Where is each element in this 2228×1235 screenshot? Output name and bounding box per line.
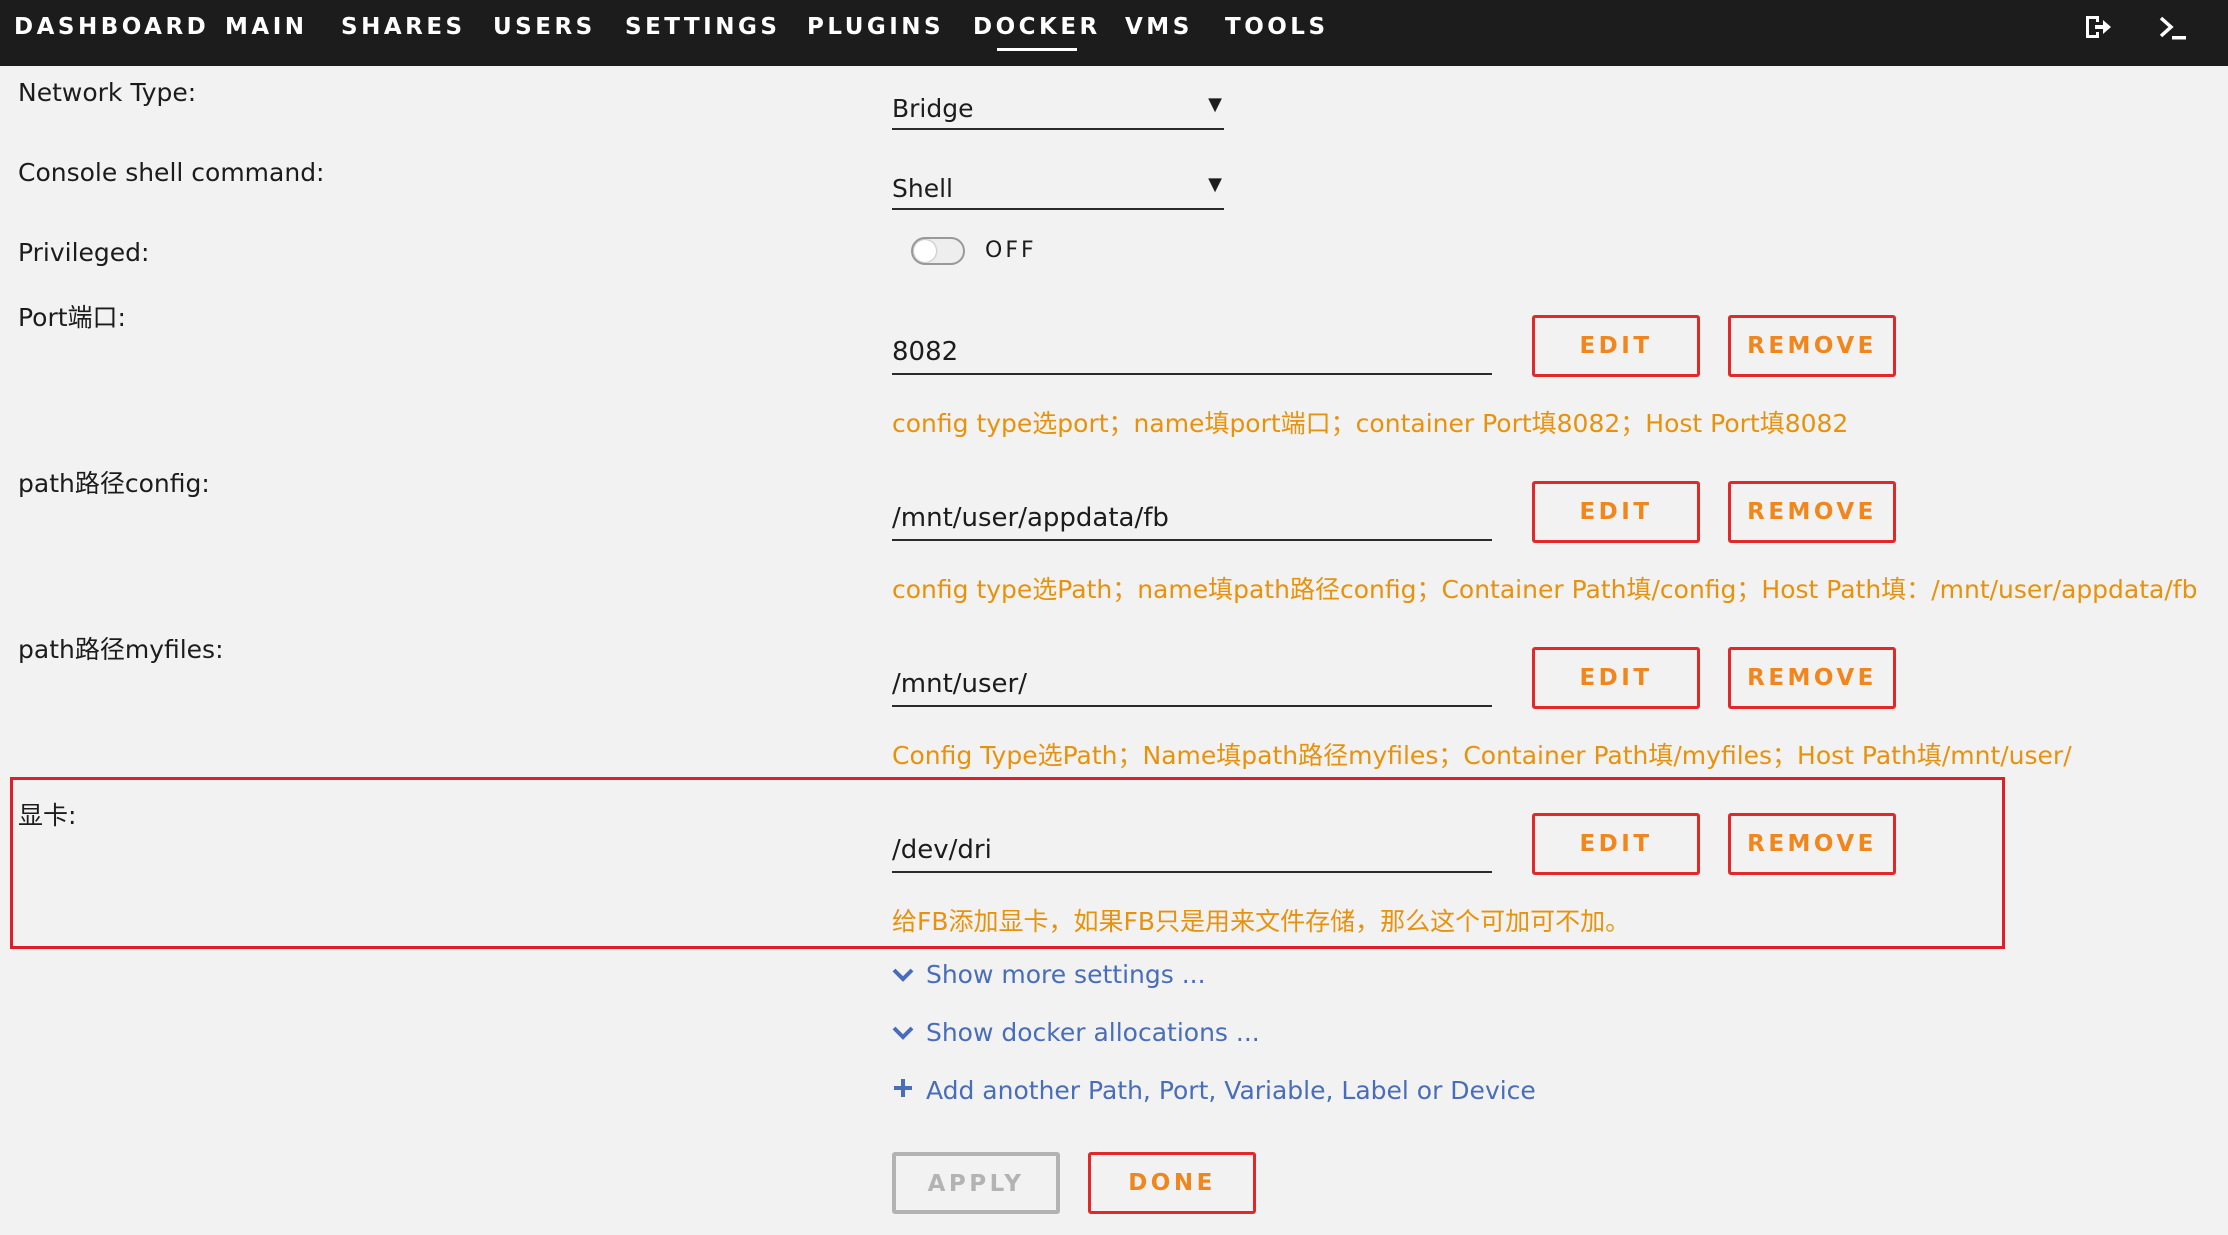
apply-button[interactable]: APPLY [892,1152,1060,1214]
gpu-value: /dev/dri [892,835,992,865]
logout-icon[interactable] [2083,12,2113,46]
dropdown-arrow-icon: ▼ [1208,94,1222,115]
show-docker-allocations-text: Show docker allocations ... [925,1018,1260,1047]
path-myfiles-value: /mnt/user/ [892,669,1027,699]
show-more-settings-text: Show more settings ... [925,960,1206,989]
nav-main[interactable]: MAIN [225,14,308,40]
chevron-down-icon [892,960,918,989]
nav-dashboard[interactable]: DASHBOARD [14,14,209,40]
path-myfiles-edit-button[interactable]: EDIT [1532,647,1700,709]
network-type-select[interactable]: Bridge ▼ [892,88,1224,130]
path-config-edit-button[interactable]: EDIT [1532,481,1700,543]
network-type-value: Bridge [892,94,974,123]
nav-users[interactable]: USERS [493,14,596,40]
chevron-down-icon [892,1018,918,1047]
path-config-value: /mnt/user/appdata/fb [892,503,1169,533]
path-myfiles-hint: Config Type选Path；Name填path路径myfiles；Cont… [892,741,2072,770]
path-config-hint: config type选Path；name填path路径config；Conta… [892,575,2198,604]
network-type-label: Network Type: [18,78,197,107]
nav-settings[interactable]: SETTINGS [625,14,780,40]
add-another-text: Add another Path, Port, Variable, Label … [925,1076,1536,1105]
path-config-remove-button[interactable]: REMOVE [1728,481,1896,543]
console-shell-select[interactable]: Shell ▼ [892,168,1224,210]
gpu-hint: 给FB添加显卡，如果FB只是用来文件存储，那么这个可加可不加。 [892,907,1631,936]
path-config-label: path路径config: [18,469,210,498]
path-myfiles-field: /mnt/user/ [892,663,1492,707]
nav-shares[interactable]: SHARES [341,14,466,40]
gpu-label: 显卡: [18,801,77,830]
gpu-edit-button[interactable]: EDIT [1532,813,1700,875]
port-hint: config type选port；name填port端口；container P… [892,409,1849,438]
terminal-icon[interactable] [2158,14,2188,48]
add-another-link[interactable]: Add another Path, Port, Variable, Label … [892,1076,1536,1105]
gpu-field: /dev/dri [892,829,1492,873]
port-value-field: 8082 [892,331,1492,375]
nav-docker[interactable]: DOCKER [973,14,1101,51]
console-shell-value: Shell [892,174,953,203]
port-value: 8082 [892,337,959,367]
plus-icon [892,1076,918,1105]
console-shell-label: Console shell command: [18,158,325,187]
port-edit-button[interactable]: EDIT [1532,315,1700,377]
nav-vms[interactable]: VMS [1125,14,1193,40]
dropdown-arrow-icon: ▼ [1208,174,1222,195]
privileged-state: OFF [985,238,1037,263]
toggle-knob [914,240,936,262]
nav-plugins[interactable]: PLUGINS [807,14,944,40]
privileged-label: Privileged: [18,238,150,267]
nav-tools[interactable]: TOOLS [1225,14,1329,40]
done-button[interactable]: DONE [1088,1152,1256,1214]
path-myfiles-label: path路径myfiles: [18,635,224,664]
port-remove-button[interactable]: REMOVE [1728,315,1896,377]
port-label: Port端口: [18,303,126,332]
show-docker-allocations-link[interactable]: Show docker allocations ... [892,1018,1260,1047]
gpu-remove-button[interactable]: REMOVE [1728,813,1896,875]
path-config-field: /mnt/user/appdata/fb [892,497,1492,541]
path-myfiles-remove-button[interactable]: REMOVE [1728,647,1896,709]
show-more-settings-link[interactable]: Show more settings ... [892,960,1206,989]
top-navigation-bar: DASHBOARD MAIN SHARES USERS SETTINGS PLU… [0,0,2228,66]
privileged-toggle[interactable] [911,237,965,265]
